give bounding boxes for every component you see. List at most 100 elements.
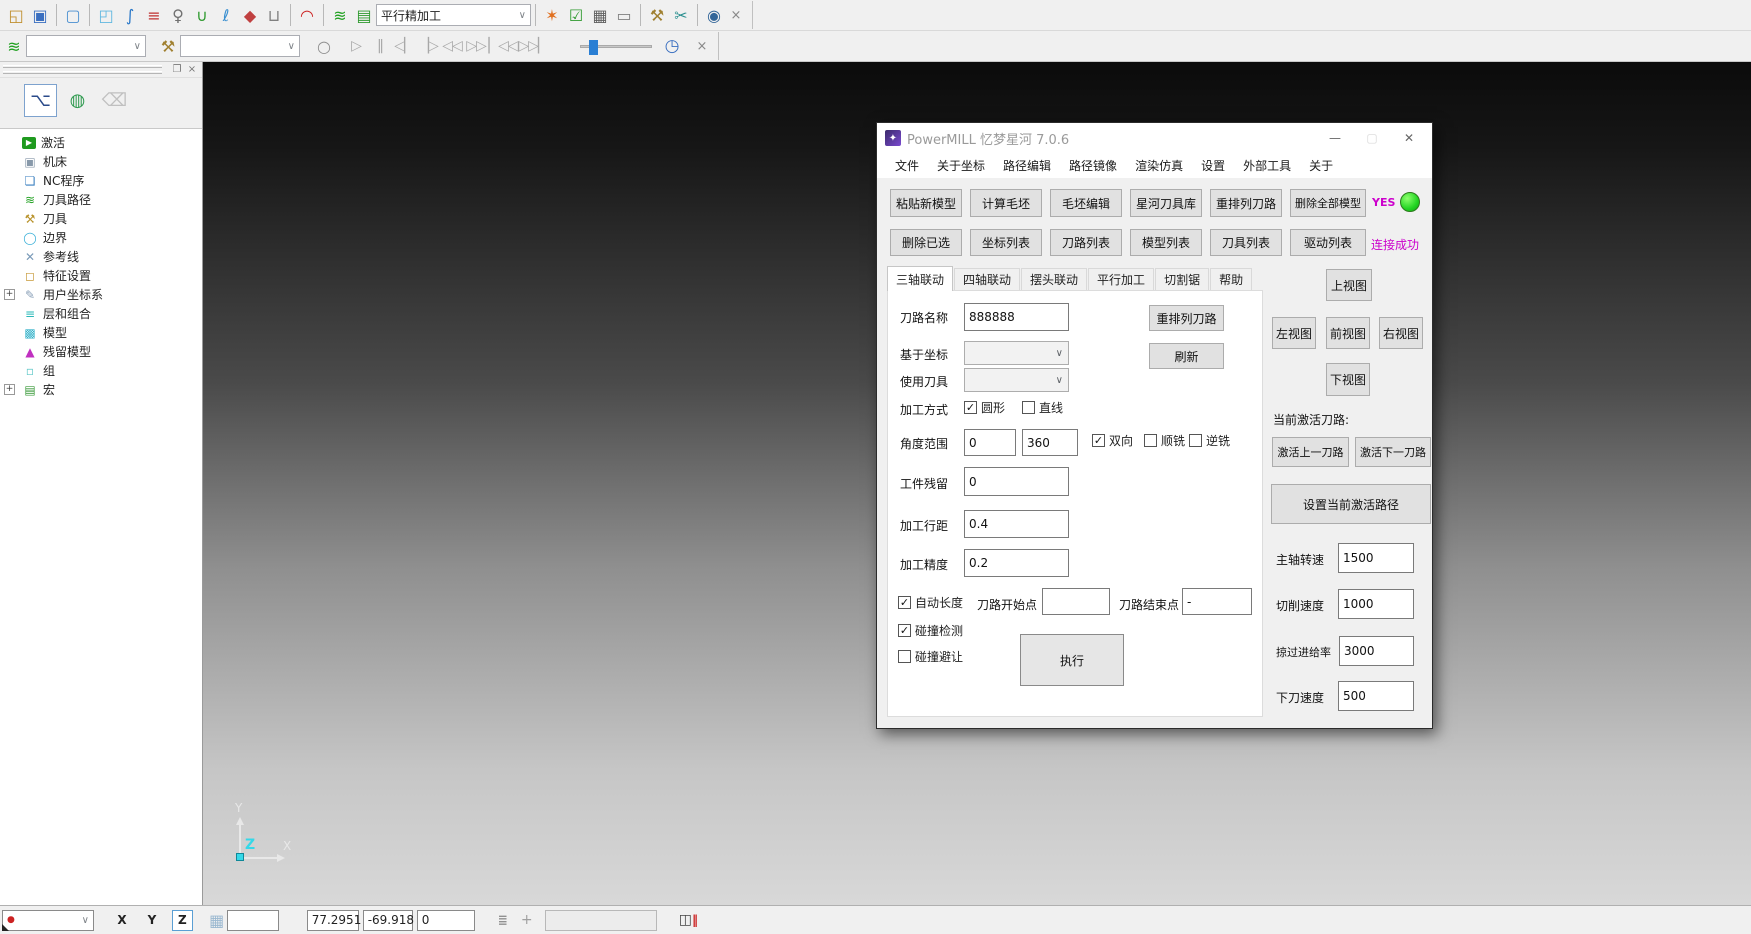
lightbulb-icon[interactable]: ○ xyxy=(312,34,336,58)
delete-all-models-button[interactable]: 删除全部模型 xyxy=(1290,189,1366,217)
compare-icon[interactable]: ◉ xyxy=(702,3,726,27)
tree-item-stock-model[interactable]: ▲ 残留模型 xyxy=(0,342,202,361)
checkbox[interactable] xyxy=(1022,401,1035,414)
coord-list-button[interactable]: 坐标列表 xyxy=(970,229,1042,256)
menu-render-sim[interactable]: 渲染仿真 xyxy=(1126,157,1192,174)
checkbox[interactable]: ✓ xyxy=(898,624,911,637)
tree-item-activate[interactable]: ▶ 激活 xyxy=(0,133,202,152)
view-left-button[interactable]: 左视图 xyxy=(1272,317,1316,349)
axis-x-button[interactable]: X xyxy=(112,910,132,931)
pattern-icon[interactable]: ◆ xyxy=(238,3,262,27)
tree-item-machine[interactable]: ▣ 机床 xyxy=(0,152,202,171)
calculator-icon[interactable]: ▦ xyxy=(588,3,612,27)
based-coord-select[interactable]: ∨ xyxy=(964,341,1069,365)
tool-pair-icon[interactable]: ⚒ xyxy=(645,3,669,27)
rewind-button[interactable]: ◁◁ xyxy=(440,34,464,58)
tab-parallel[interactable]: 平行加工 xyxy=(1088,268,1154,291)
workplane-field[interactable] xyxy=(545,910,657,931)
fast-forward-button[interactable]: ▷▷ xyxy=(464,34,488,58)
menu-external-tools[interactable]: 外部工具 xyxy=(1234,157,1300,174)
collision-avoid-option[interactable]: 碰撞避让 xyxy=(898,648,963,665)
expand-icon[interactable]: + xyxy=(4,384,15,395)
axis-y-button[interactable]: Y xyxy=(142,910,162,931)
rearrange-toolpaths-button[interactable]: 重排列刀路 xyxy=(1210,189,1282,217)
tree-item-workplane[interactable]: + ✎ 用户坐标系 xyxy=(0,285,202,304)
tolerance-input[interactable] xyxy=(964,549,1069,577)
chevron-down-icon[interactable]: ∨ xyxy=(288,41,295,52)
view-right-button[interactable]: 右视图 xyxy=(1379,317,1423,349)
checkbox[interactable]: ✓ xyxy=(964,401,977,414)
nc-program-icon[interactable]: ≡ xyxy=(142,3,166,27)
delete-selected-button[interactable]: 删除已选 xyxy=(890,229,962,256)
tree-tab[interactable]: ⌥ xyxy=(24,84,57,117)
angle-start-input[interactable] xyxy=(964,429,1016,456)
plunge-speed-input[interactable] xyxy=(1338,681,1414,711)
angle-end-input[interactable] xyxy=(1022,429,1078,456)
calc-block-button[interactable]: 计算毛坯 xyxy=(970,189,1042,217)
axis-z-button[interactable]: Z xyxy=(172,910,193,931)
speed-slider-handle[interactable] xyxy=(589,40,598,55)
tab-help[interactable]: 帮助 xyxy=(1210,268,1252,291)
menu-about-coords[interactable]: 关于坐标 xyxy=(928,157,994,174)
probe-tool-icon[interactable]: ♀ xyxy=(166,3,190,27)
tree-item-pattern[interactable]: ✕ 参考线 xyxy=(0,247,202,266)
climb-mill-option[interactable]: 顺铣 xyxy=(1144,432,1185,449)
step-forward-button[interactable]: ▕▷ xyxy=(416,34,440,58)
menu-settings[interactable]: 设置 xyxy=(1192,157,1234,174)
tree-item-boundary[interactable]: ◯ 边界 xyxy=(0,228,202,247)
toolpath-list-button[interactable]: 刀路列表 xyxy=(1050,229,1122,256)
chevron-down-icon[interactable]: ∨ xyxy=(134,41,141,52)
skip-start-button[interactable]: ▏◁◁ xyxy=(488,34,518,58)
tree-item-macro[interactable]: + ▤ 宏 xyxy=(0,380,202,399)
execute-button[interactable]: 执行 xyxy=(1020,634,1124,686)
chevron-down-icon[interactable]: ∨ xyxy=(82,915,89,926)
expand-icon[interactable]: + xyxy=(4,289,15,300)
open-file-icon[interactable]: ◱ xyxy=(4,3,28,27)
coord-z-field[interactable]: 0 xyxy=(417,910,475,931)
measure-icon[interactable]: ▭ xyxy=(612,3,636,27)
page-icon[interactable]: ◫ xyxy=(679,912,692,928)
auto-length-option[interactable]: ✓ 自动长度 xyxy=(898,594,963,611)
toolbar-close-icon[interactable]: × xyxy=(726,3,746,27)
activate-next-button[interactable]: 激活下一刀路 xyxy=(1355,437,1431,467)
tab-tilt-head[interactable]: 摆头联动 xyxy=(1021,268,1087,291)
strategy-combobox[interactable]: 平行精加工 ∨ xyxy=(376,4,531,26)
coord-y-field[interactable]: -69.918 xyxy=(363,910,413,931)
record-combobox[interactable]: ● ∨ xyxy=(2,910,94,931)
minimize-button[interactable]: — xyxy=(1318,123,1352,153)
tree-item-nc-program[interactable]: ❏ NC程序 xyxy=(0,171,202,190)
activate-prev-button[interactable]: 激活上一刀路 xyxy=(1272,437,1349,467)
tool-combobox[interactable]: ∨ xyxy=(180,35,300,57)
grid-icon[interactable]: ▦ xyxy=(207,910,227,931)
skip-end-button[interactable]: ▷▷▏ xyxy=(518,34,548,58)
clock-icon[interactable]: ◷ xyxy=(660,34,684,58)
stepover-input[interactable] xyxy=(964,510,1069,538)
mode-line-option[interactable]: 直线 xyxy=(1022,399,1063,416)
menu-path-mirror[interactable]: 路径镜像 xyxy=(1060,157,1126,174)
tab-4axis[interactable]: 四轴联动 xyxy=(954,268,1020,291)
start-point-input[interactable] xyxy=(1042,588,1110,615)
coord-x-field[interactable]: 77.2951 xyxy=(307,910,359,931)
stock-input[interactable] xyxy=(964,467,1069,496)
pause-button[interactable]: ‖ xyxy=(368,34,392,58)
float-panel-icon[interactable]: ❐ xyxy=(170,63,184,76)
blank-form-icon[interactable]: ▢ xyxy=(61,3,85,27)
speed-slider[interactable] xyxy=(580,45,652,48)
tree-item-toolpath[interactable]: ≋ 刀具路径 xyxy=(0,190,202,209)
checkbox[interactable] xyxy=(898,650,911,663)
tool-list-button[interactable]: 刀具列表 xyxy=(1210,229,1282,256)
curve-editor-icon[interactable]: ℓ xyxy=(214,3,238,27)
conventional-mill-option[interactable]: 逆铣 xyxy=(1189,432,1230,449)
both-direction-option[interactable]: ✓ 双向 xyxy=(1092,432,1133,449)
toolbar-close-icon[interactable]: × xyxy=(692,34,712,58)
menu-file[interactable]: 文件 xyxy=(886,157,928,174)
trim-icon[interactable]: ✂ xyxy=(669,3,693,27)
grid-size-input[interactable] xyxy=(227,910,279,931)
play-button[interactable]: ▷ xyxy=(344,34,368,58)
end-point-input[interactable] xyxy=(1182,588,1252,615)
block-model-icon[interactable]: ◰ xyxy=(94,3,118,27)
tab-saw[interactable]: 切割锯 xyxy=(1155,268,1209,291)
chevron-down-icon[interactable]: ∨ xyxy=(519,10,526,21)
menu-about[interactable]: 关于 xyxy=(1300,157,1342,174)
globe-tab[interactable]: ◍ xyxy=(61,84,94,117)
